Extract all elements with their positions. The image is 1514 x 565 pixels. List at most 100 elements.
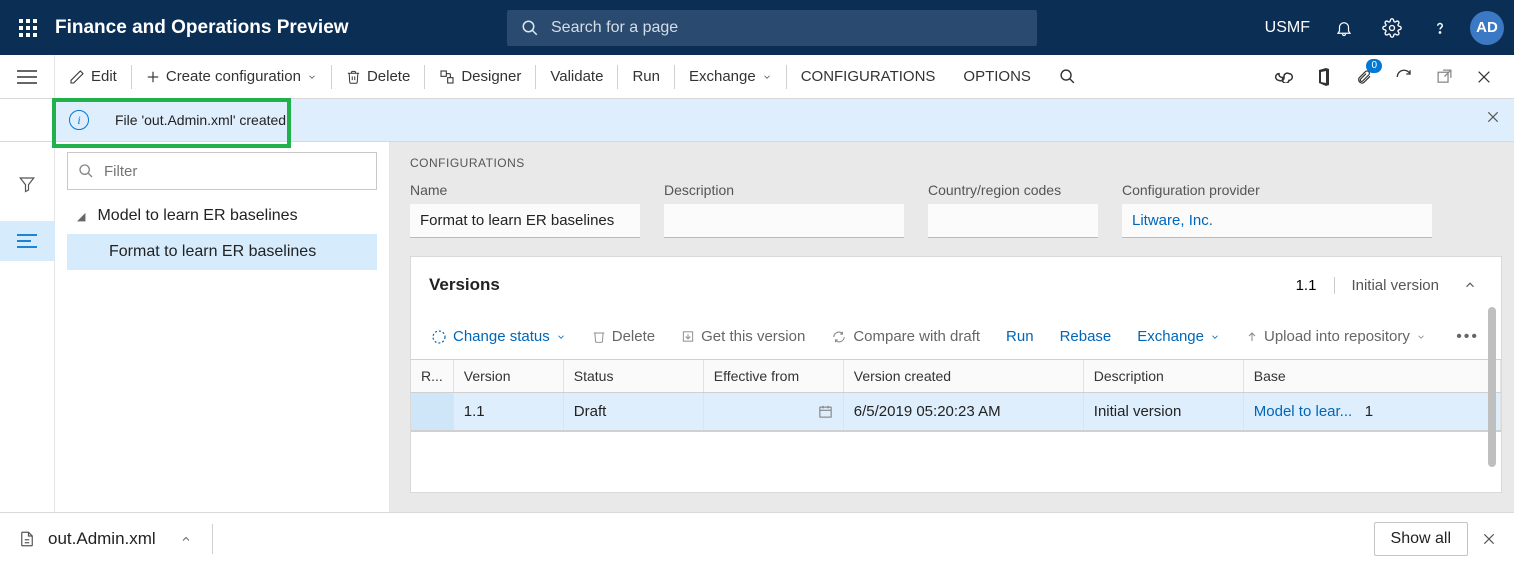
delete-label: Delete [367,68,410,85]
chevron-down-icon [1416,332,1426,342]
field-value-country[interactable] [928,204,1098,238]
configs-label: CONFIGURATIONS [801,68,936,85]
col-version[interactable]: Version [453,360,563,393]
filter-input[interactable] [67,152,377,190]
app-title: Finance and Operations Preview [55,17,349,39]
collapse-panel-icon[interactable] [1457,272,1483,298]
tree-sidebar: ◢ Model to learn ER baselines Format to … [55,142,390,513]
options-button[interactable]: OPTIONS [949,55,1045,98]
version-exchange-label: Exchange [1137,328,1204,345]
col-base[interactable]: Base [1243,360,1500,393]
settings-icon[interactable] [1368,0,1416,55]
file-menu-icon[interactable] [180,533,192,545]
versions-summary-version: 1.1 [1296,277,1317,294]
downloaded-file[interactable]: out.Admin.xml [18,529,192,549]
versions-grid: R... Version Status Effective from Versi… [411,359,1501,432]
app-launcher-icon[interactable] [0,19,55,37]
divider [212,524,213,554]
attachments-badge: 0 [1366,59,1382,73]
version-run-button[interactable]: Run [996,314,1044,359]
delete-button[interactable]: Delete [332,55,424,98]
list-rail-icon[interactable] [0,221,55,261]
cell-status[interactable]: Draft [563,393,703,431]
cell-version[interactable]: 1.1 [453,393,563,431]
download-bar: out.Admin.xml Show all [0,512,1514,565]
col-description[interactable]: Description [1083,360,1243,393]
tree-item-child[interactable]: Format to learn ER baselines [67,234,377,270]
scrollbar-thumb[interactable] [1488,307,1496,467]
notification-message: File 'out.Admin.xml' created [115,112,286,128]
tree-item-parent[interactable]: ◢ Model to learn ER baselines [67,198,377,234]
help-icon[interactable] [1416,0,1464,55]
exchange-button[interactable]: Exchange [675,55,786,98]
chevron-down-icon [762,72,772,82]
field-value-provider[interactable]: Litware, Inc. [1122,204,1432,238]
cell-base-text: Model to lear... [1254,403,1352,420]
left-rail [0,142,55,513]
create-config-button[interactable]: Create configuration [132,55,331,98]
cell-description[interactable]: Initial version [1083,393,1243,431]
run-button[interactable]: Run [618,55,674,98]
configurations-button[interactable]: CONFIGURATIONS [787,55,950,98]
versions-title: Versions [429,275,500,295]
create-config-label: Create configuration [166,68,301,85]
search-action-icon[interactable] [1045,55,1090,98]
nav-toggle-icon[interactable] [0,55,55,99]
validate-button[interactable]: Validate [536,55,617,98]
run-label: Run [632,68,660,85]
infinity-icon[interactable] [1264,55,1304,99]
upload-label: Upload into repository [1264,328,1410,345]
notifications-icon[interactable] [1320,0,1368,55]
table-row[interactable]: 1.1 Draft 6/5/2019 05:20:23 AM Initial v… [411,393,1501,431]
global-search[interactable] [507,10,1037,46]
chevron-down-icon [307,72,317,82]
office-icon[interactable] [1304,55,1344,99]
rebase-label: Rebase [1060,328,1112,345]
edit-button[interactable]: Edit [55,55,131,98]
edit-label: Edit [91,68,117,85]
cell-created[interactable]: 6/5/2019 05:20:23 AM [843,393,1083,431]
upload-button[interactable]: Upload into repository [1236,314,1436,359]
designer-button[interactable]: Designer [425,55,535,98]
calendar-icon[interactable] [818,404,833,419]
tree-collapse-icon[interactable]: ◢ [77,210,85,223]
filter-rail-icon[interactable] [15,172,39,196]
field-label-description: Description [664,182,904,198]
get-version-label: Get this version [701,328,805,345]
popout-icon[interactable] [1424,55,1464,99]
compare-button[interactable]: Compare with draft [821,314,990,359]
notification-close-icon[interactable] [1486,110,1500,124]
refresh-icon[interactable] [1384,55,1424,99]
get-version-button[interactable]: Get this version [671,314,815,359]
cell-effective[interactable] [703,393,843,431]
tree-item-label: Format to learn ER baselines [109,243,316,261]
field-label-provider: Configuration provider [1122,182,1432,198]
col-r[interactable]: R... [411,360,453,393]
version-delete-button[interactable]: Delete [582,314,665,359]
upload-icon [1246,330,1258,344]
company-selector[interactable]: USMF [1255,19,1320,37]
version-delete-label: Delete [612,328,655,345]
close-icon[interactable] [1464,55,1504,99]
field-label-name: Name [410,182,640,198]
change-status-button[interactable]: Change status [421,314,576,359]
cell-r[interactable] [411,393,453,431]
filter-field[interactable] [104,163,366,180]
col-status[interactable]: Status [563,360,703,393]
version-exchange-button[interactable]: Exchange [1127,314,1230,359]
rebase-button[interactable]: Rebase [1050,314,1122,359]
col-created[interactable]: Version created [843,360,1083,393]
field-value-description[interactable] [664,204,904,238]
more-actions-icon[interactable]: ••• [1456,328,1491,346]
designer-icon [439,69,455,85]
downloads-close-icon[interactable] [1482,532,1496,546]
field-value-name[interactable]: Format to learn ER baselines [410,204,640,238]
user-avatar[interactable]: AD [1470,11,1504,45]
search-input[interactable] [551,19,1023,37]
cell-base[interactable]: Model to lear... 1 [1243,393,1500,431]
options-label: OPTIONS [963,68,1031,85]
attachments-button[interactable]: 0 [1344,55,1384,99]
show-all-button[interactable]: Show all [1374,522,1468,556]
col-effective[interactable]: Effective from [703,360,843,393]
tree-item-label: Model to learn ER baselines [97,207,297,225]
